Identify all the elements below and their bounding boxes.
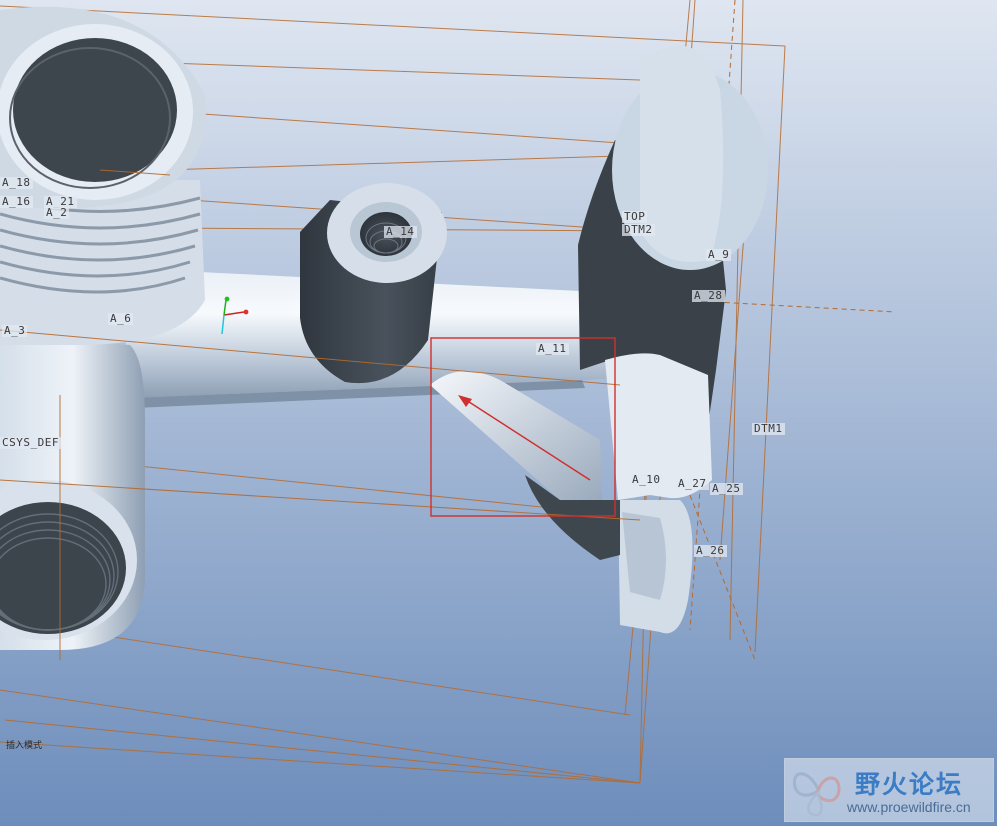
butterfly-logo-icon [792, 772, 841, 817]
datum-label-a10[interactable]: A_10 [630, 474, 663, 486]
datum-label-a6[interactable]: A_6 [108, 313, 134, 325]
datum-label-a27[interactable]: A_27 [676, 478, 709, 490]
watermark-url: www.proewildfire.cn [847, 799, 971, 815]
datum-label-a25[interactable]: A_25 [710, 483, 743, 495]
datum-label-a14[interactable]: A_14 [384, 226, 417, 238]
forum-watermark: 野火论坛 www.proewildfire.cn [784, 758, 994, 822]
datum-label-a16[interactable]: A_16 [0, 196, 33, 208]
datum-label-dtm2[interactable]: DTM2 [622, 224, 655, 236]
datum-label-csys[interactable]: CSYS_DEF [0, 437, 61, 449]
watermark-title: 野火论坛 [855, 770, 964, 799]
datum-label-dtm1[interactable]: DTM1 [752, 423, 785, 435]
datum-label-a26[interactable]: A_26 [694, 545, 727, 557]
datum-label-a9[interactable]: A_9 [706, 249, 732, 261]
datum-label-top[interactable]: TOP [622, 211, 648, 223]
insert-mode-hint: 插入模式 [6, 741, 43, 751]
datum-label-a18[interactable]: A_18 [0, 177, 33, 189]
datum-label-a28[interactable]: A_28 [692, 290, 725, 302]
datum-label-a3[interactable]: A_3 [2, 325, 28, 337]
datum-label-a2[interactable]: A_2 [44, 207, 70, 219]
graphics-viewport[interactable]: A_18 A_16 A_21 A_2 A_3 A_6 A_14 A_11 TOP… [0, 0, 997, 826]
datum-label-a11[interactable]: A_11 [536, 343, 569, 355]
model-scene[interactable] [0, 0, 997, 826]
